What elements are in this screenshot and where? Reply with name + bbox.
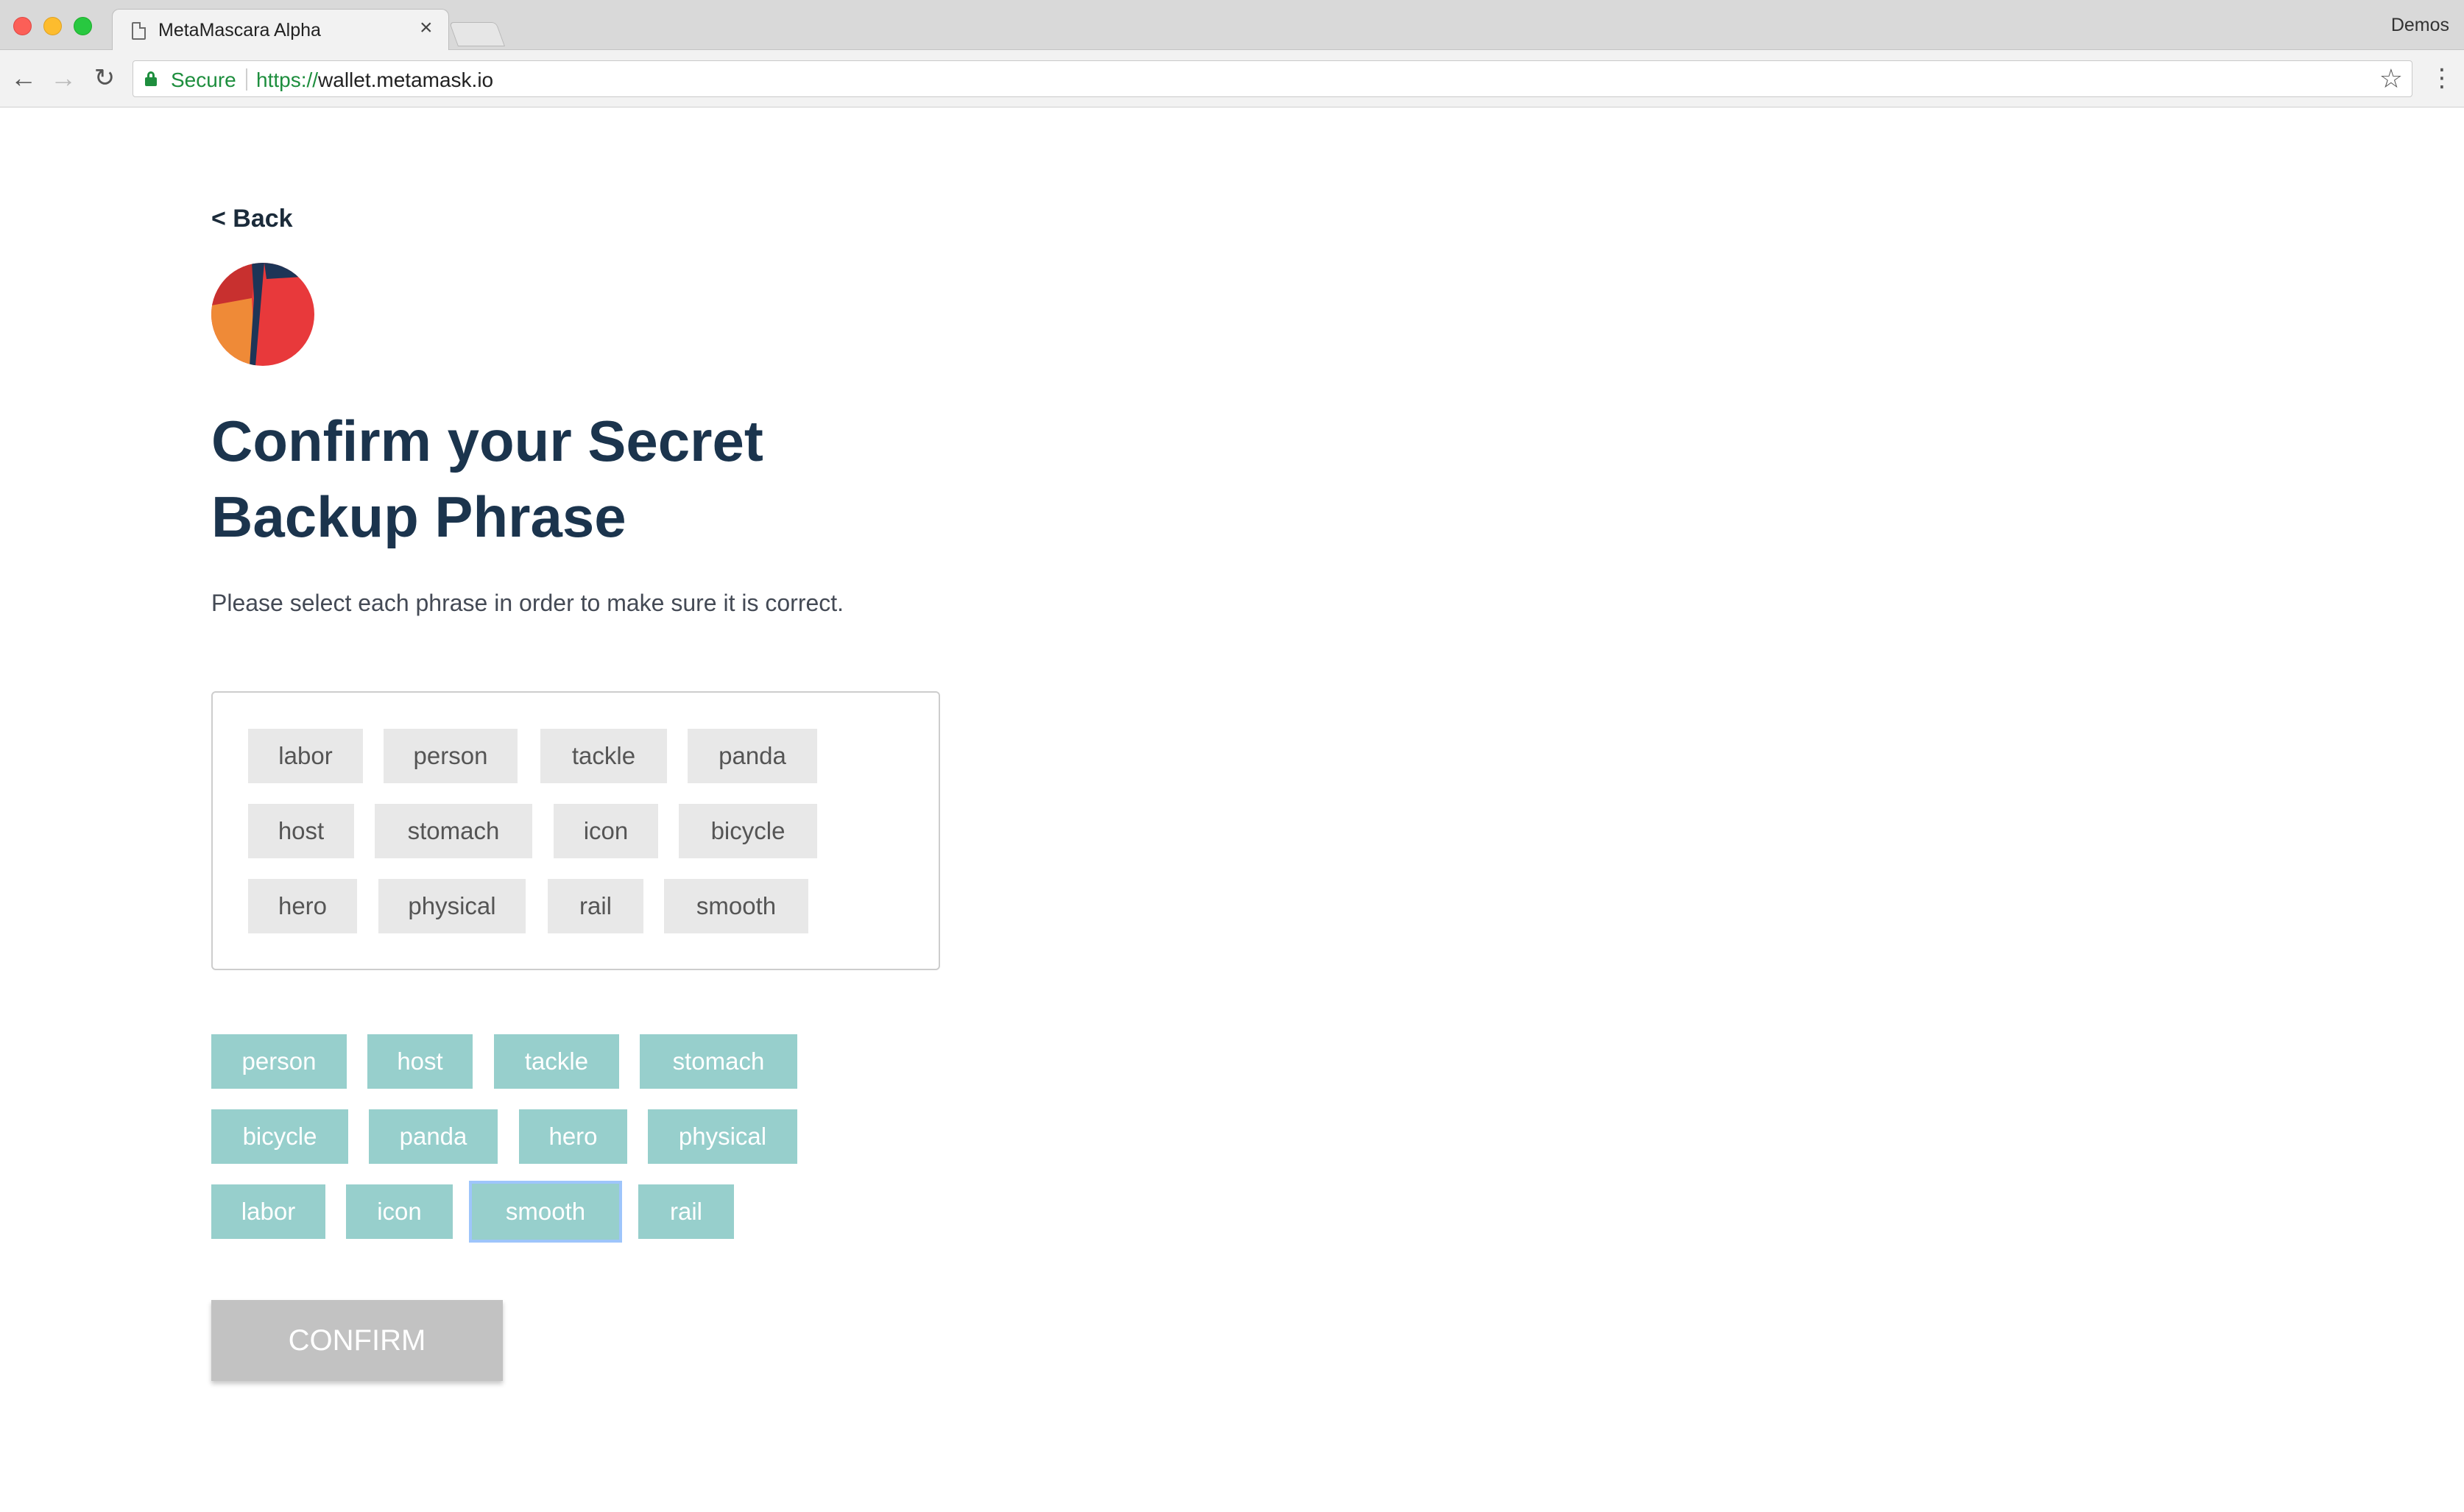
- document-icon: [132, 22, 146, 40]
- kebab-menu-icon[interactable]: ⋮: [2429, 63, 2454, 93]
- star-icon[interactable]: ☆: [2379, 64, 2403, 93]
- selected-word[interactable]: icon: [554, 804, 658, 858]
- tab-close-icon[interactable]: ×: [420, 17, 433, 39]
- url-scheme: https://: [256, 68, 319, 91]
- lock-icon: [145, 71, 157, 86]
- word-choice-button[interactable]: tackle: [494, 1034, 619, 1089]
- selected-word[interactable]: rail: [548, 879, 643, 933]
- selected-word[interactable]: labor: [248, 729, 363, 783]
- word-choice-button[interactable]: rail: [638, 1184, 734, 1239]
- browser-tab[interactable]: MetaMascara Alpha ×: [112, 9, 449, 51]
- word-choice-button[interactable]: hero: [519, 1109, 627, 1164]
- selected-phrase-box: labor person tackle panda host stomach i…: [211, 691, 940, 970]
- word-choice-button-focused[interactable]: smooth: [469, 1181, 622, 1243]
- word-choice-button[interactable]: physical: [648, 1109, 797, 1164]
- browser-toolbar: ← → ↻ Secure https://wallet.metamask.io …: [0, 50, 2464, 107]
- word-choice-button[interactable]: host: [367, 1034, 473, 1089]
- page-title: Confirm your Secret Backup Phrase: [211, 409, 763, 549]
- url-text[interactable]: https://wallet.metamask.io: [256, 68, 493, 92]
- tab-title: MetaMascara Alpha: [158, 20, 321, 40]
- selected-word[interactable]: bicycle: [679, 804, 817, 858]
- close-window-button[interactable]: [13, 17, 32, 35]
- back-arrow-icon[interactable]: ←: [9, 63, 38, 93]
- maximize-window-button[interactable]: [74, 17, 92, 35]
- browser-titlebar: MetaMascara Alpha × Demos: [0, 0, 2464, 51]
- reload-icon[interactable]: ↻: [90, 63, 119, 93]
- word-choice-button[interactable]: bicycle: [211, 1109, 348, 1164]
- account-identicon: [211, 263, 314, 366]
- url-host: wallet.metamask.io: [318, 68, 494, 91]
- selected-word[interactable]: host: [248, 804, 354, 858]
- word-choice-button[interactable]: stomach: [640, 1034, 797, 1089]
- minimize-window-button[interactable]: [43, 17, 62, 35]
- word-choice-button[interactable]: labor: [211, 1184, 325, 1239]
- forward-arrow-icon[interactable]: →: [49, 63, 78, 93]
- secure-label: Secure: [171, 68, 236, 91]
- selected-word[interactable]: tackle: [540, 729, 667, 783]
- word-choice-button[interactable]: panda: [369, 1109, 498, 1164]
- address-bar[interactable]: Secure https://wallet.metamask.io ☆: [133, 60, 2412, 97]
- back-link[interactable]: < Back: [211, 205, 293, 233]
- selected-word[interactable]: person: [384, 729, 518, 783]
- selected-word[interactable]: smooth: [664, 879, 808, 933]
- selected-word[interactable]: physical: [378, 879, 526, 933]
- word-choice-button[interactable]: icon: [346, 1184, 453, 1239]
- new-tab-button[interactable]: [448, 22, 506, 46]
- selected-word[interactable]: panda: [688, 729, 817, 783]
- selected-word[interactable]: stomach: [375, 804, 532, 858]
- confirm-button[interactable]: CONFIRM: [211, 1300, 503, 1381]
- profile-name[interactable]: Demos: [2391, 15, 2449, 36]
- selected-word[interactable]: hero: [248, 879, 357, 933]
- instructions-text: Please select each phrase in order to ma…: [211, 590, 844, 616]
- address-divider: [246, 68, 247, 91]
- word-choice-button[interactable]: person: [211, 1034, 347, 1089]
